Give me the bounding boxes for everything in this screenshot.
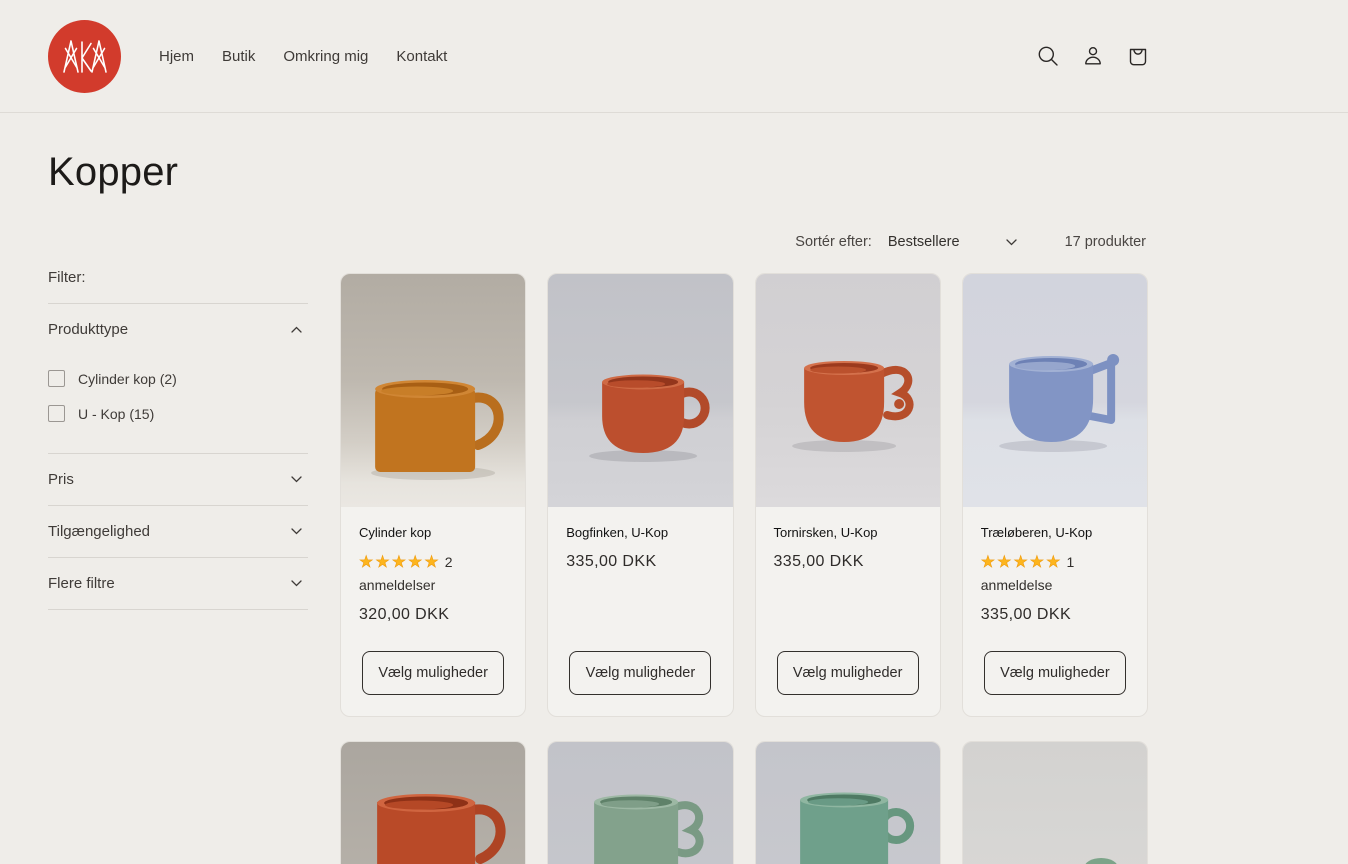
product-card: Bogfinken, U-Kop 335,00 DKK Vælg mulighe… — [547, 273, 733, 717]
product-title[interactable]: Træløberen, U-Kop — [981, 525, 1129, 540]
facet-group-produkttype: Produkttype Cylinder kop (2) U - Kop (15… — [48, 304, 308, 454]
product-card — [547, 741, 733, 864]
product-image[interactable] — [963, 742, 1147, 864]
product-info: Cylinder kop ★★★★★2 anmeldelser 320,00 D… — [341, 507, 525, 716]
search-icon[interactable] — [1036, 44, 1060, 68]
facet-label: Produkttype — [48, 321, 128, 338]
site-header: Hjem Butik Omkring mig Kontakt — [0, 0, 1348, 113]
sort-selected-value: Bestsellere — [888, 234, 960, 250]
nav-link-hjem[interactable]: Hjem — [157, 44, 196, 69]
nav-link-butik[interactable]: Butik — [220, 44, 257, 69]
checkbox-cylinder-kop[interactable] — [48, 370, 65, 387]
facet-label: Pris — [48, 471, 74, 488]
chevron-down-icon — [291, 528, 302, 535]
choose-options-button[interactable]: Vælg muligheder — [362, 651, 504, 695]
product-price: 335,00 DKK — [981, 606, 1129, 624]
sort-toolbar: Sortér efter: Bestsellere 17 produkter — [340, 230, 1148, 254]
chevron-down-icon — [291, 476, 302, 483]
aka-ceramics-logo[interactable] — [48, 20, 121, 93]
product-image[interactable] — [548, 742, 732, 864]
collection-page: Kopper Filter: Produkttype Cylinder kop … — [0, 150, 1148, 864]
account-icon[interactable] — [1081, 44, 1105, 68]
facet-group-flere-filtre: Flere filtre — [48, 558, 308, 610]
chevron-down-icon — [1006, 239, 1017, 246]
product-price: 335,00 DKK — [566, 553, 714, 571]
product-rating: ★★★★★2 anmeldelser — [359, 551, 517, 596]
product-title[interactable]: Bogfinken, U-Kop — [566, 525, 714, 540]
chevron-up-icon — [291, 326, 302, 333]
facet-toggle-produkttype[interactable]: Produkttype — [48, 304, 308, 355]
choose-options-button[interactable]: Vælg muligheder — [984, 651, 1126, 695]
nav-link-omkring-mig[interactable]: Omkring mig — [281, 44, 370, 69]
facet-toggle-flere-filtre[interactable]: Flere filtre — [48, 558, 308, 609]
filter-heading: Filter: — [48, 269, 308, 304]
facet-toggle-pris[interactable]: Pris — [48, 454, 308, 505]
product-rating: ★★★★★1 anmeldelse — [981, 551, 1139, 596]
facet-label: Tilgængelighed — [48, 523, 150, 540]
product-card: Cylinder kop ★★★★★2 anmeldelser 320,00 D… — [340, 273, 526, 717]
star-rating-icon: ★★★★★ — [981, 554, 1063, 571]
header-icons — [1036, 44, 1150, 68]
facet-toggle-tilgaengelighed[interactable]: Tilgængelighed — [48, 506, 308, 557]
chevron-down-icon — [291, 580, 302, 587]
product-count: 17 produkter — [1065, 234, 1146, 250]
facet-options: Cylinder kop (2) U - Kop (15) — [48, 355, 308, 453]
filter-sidebar: Filter: Produkttype Cylinder kop (2) — [48, 199, 308, 864]
filter-option-cylinder-kop[interactable]: Cylinder kop (2) — [48, 361, 308, 396]
facet-group-tilgaengelighed: Tilgængelighed — [48, 506, 308, 558]
product-card — [755, 741, 941, 864]
product-card: Tornirsken, U-Kop 335,00 DKK Vælg muligh… — [755, 273, 941, 717]
star-rating-icon: ★★★★★ — [359, 554, 441, 571]
product-title[interactable]: Cylinder kop — [359, 525, 507, 540]
product-image[interactable] — [756, 274, 940, 507]
checkbox-u-kop[interactable] — [48, 405, 65, 422]
facet-group-pris: Pris — [48, 454, 308, 506]
product-image[interactable] — [341, 742, 525, 864]
page-title: Kopper — [48, 150, 1148, 195]
product-info: Tornirsken, U-Kop 335,00 DKK Vælg muligh… — [756, 507, 940, 716]
product-price: 335,00 DKK — [774, 553, 922, 571]
cart-bag-icon[interactable] — [1126, 44, 1150, 68]
product-image[interactable] — [341, 274, 525, 507]
product-card: Træløberen, U-Kop ★★★★★1 anmeldelse 335,… — [962, 273, 1148, 717]
choose-options-button[interactable]: Vælg muligheder — [569, 651, 711, 695]
sort-select[interactable]: Bestsellere — [882, 230, 1023, 254]
choose-options-button[interactable]: Vælg muligheder — [777, 651, 919, 695]
product-price: 320,00 DKK — [359, 606, 507, 624]
product-info: Træløberen, U-Kop ★★★★★1 anmeldelse 335,… — [963, 507, 1147, 716]
product-image[interactable] — [963, 274, 1147, 507]
filter-option-label: Cylinder kop (2) — [78, 371, 177, 387]
sort-label: Sortér efter: — [795, 234, 872, 250]
filter-option-u-kop[interactable]: U - Kop (15) — [48, 396, 308, 431]
product-image[interactable] — [756, 742, 940, 864]
product-card — [962, 741, 1148, 864]
product-grid: Cylinder kop ★★★★★2 anmeldelser 320,00 D… — [340, 273, 1148, 864]
filter-option-label: U - Kop (15) — [78, 406, 154, 422]
product-title[interactable]: Tornirsken, U-Kop — [774, 525, 922, 540]
nav-link-kontakt[interactable]: Kontakt — [394, 44, 449, 69]
main-nav: Hjem Butik Omkring mig Kontakt — [157, 44, 449, 69]
facet-label: Flere filtre — [48, 575, 115, 592]
product-image[interactable] — [548, 274, 732, 507]
product-info: Bogfinken, U-Kop 335,00 DKK Vælg mulighe… — [548, 507, 732, 716]
product-card — [340, 741, 526, 864]
products-section: Sortér efter: Bestsellere 17 produkter — [340, 199, 1148, 864]
